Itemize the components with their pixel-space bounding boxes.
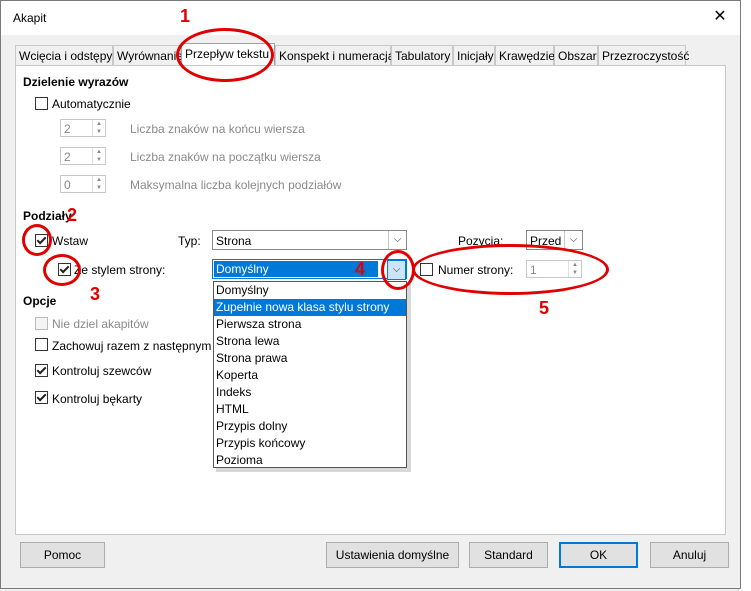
- annotation-number: 1: [180, 6, 191, 26]
- dropdown-option[interactable]: Indeks: [214, 384, 406, 401]
- with-page-style-label: Ze stylem strony:: [74, 263, 166, 277]
- hyphenation-heading: Dzielenie wyrazów: [23, 75, 129, 89]
- dropdown-option[interactable]: Domyślny: [214, 282, 406, 299]
- annotation-circle: [412, 244, 609, 295]
- dropdown-option[interactable]: Pierwsza strona: [214, 316, 406, 333]
- tab-indents-spacing[interactable]: Wcięcia i odstępy: [15, 45, 113, 65]
- chevron-down-icon[interactable]: ⌵: [388, 231, 406, 249]
- dropdown-option[interactable]: Pozioma: [214, 452, 406, 469]
- cancel-button[interactable]: Anuluj: [650, 542, 729, 568]
- dropdown-shadow: [407, 284, 411, 470]
- annotation-number: 4: [355, 259, 366, 279]
- options-heading: Opcje: [23, 294, 57, 308]
- dropdown-option[interactable]: HTML: [214, 401, 406, 418]
- chars-start-value: 2: [64, 150, 71, 164]
- annotation-number: 5: [539, 298, 550, 318]
- tab-area[interactable]: Obszar: [554, 45, 598, 65]
- dropdown-option[interactable]: Strona lewa: [214, 333, 406, 350]
- no-split-checkbox[interactable]: [35, 317, 48, 330]
- annotation-circle: [381, 250, 415, 290]
- breaks-heading: Podziały: [23, 209, 72, 223]
- max-hyphens-label: Maksymalna liczba kolejnych podziałów: [130, 178, 342, 192]
- dropdown-option[interactable]: Koperta: [214, 367, 406, 384]
- tab-outline-numbering[interactable]: Konspekt i numeracja: [275, 45, 394, 65]
- tab-borders[interactable]: Krawędzie: [495, 45, 555, 65]
- close-icon[interactable]: ✕: [710, 7, 730, 27]
- keep-next-label: Zachowuj razem z następnym a: [52, 339, 222, 353]
- tab-drop-caps[interactable]: Inicjały: [453, 45, 495, 65]
- chars-end-label: Liczba znaków na końcu wiersza: [130, 122, 305, 136]
- annotation-circle: [176, 28, 274, 82]
- chars-end-value: 2: [64, 122, 71, 136]
- max-hyphens-value: 0: [64, 178, 71, 192]
- annotation-circle: [22, 224, 52, 256]
- auto-hyphenation-label: Automatycznie: [52, 97, 131, 111]
- spin-arrows-icon: ▲ ▼: [92, 148, 105, 164]
- spin-arrows-icon: ▲ ▼: [92, 120, 105, 136]
- max-hyphens-spin[interactable]: 0 ▲ ▼: [60, 175, 106, 193]
- orphan-control-checkbox[interactable]: [35, 364, 48, 377]
- tab-transparency[interactable]: Przezroczystość: [598, 45, 689, 65]
- break-type-select[interactable]: Strona ⌵: [212, 230, 407, 250]
- widow-control-checkbox[interactable]: [35, 391, 48, 404]
- annotation-number: 2: [67, 205, 78, 225]
- insert-break-label: Wstaw: [52, 234, 88, 248]
- dropdown-option[interactable]: Zupełnie nowa klasa stylu strony: [214, 299, 406, 316]
- page-style-dropdown: Domyślny Zupełnie nowa klasa stylu stron…: [213, 281, 407, 468]
- auto-hyphenation-checkbox[interactable]: [35, 97, 48, 110]
- page-style-value: Domyślny: [214, 261, 378, 277]
- standard-button[interactable]: Standard: [469, 542, 548, 568]
- annotation-number: 3: [90, 284, 101, 304]
- dialog-title: Akapit: [13, 11, 47, 25]
- title-bar: Akapit ✕: [1, 1, 740, 35]
- help-button[interactable]: Pomoc: [20, 542, 105, 568]
- spin-arrows-icon: ▲ ▼: [92, 176, 105, 192]
- no-split-label: Nie dziel akapitów: [52, 317, 149, 331]
- page-style-select[interactable]: Domyślny ⌵: [212, 259, 407, 280]
- chars-start-spin[interactable]: 2 ▲ ▼: [60, 147, 106, 165]
- dropdown-option[interactable]: Przypis dolny: [214, 418, 406, 435]
- break-type-label: Typ:: [178, 234, 201, 248]
- ok-button[interactable]: OK: [559, 542, 638, 568]
- tab-alignment[interactable]: Wyrównanie: [113, 45, 183, 65]
- chars-start-label: Liczba znaków na początku wiersza: [130, 150, 321, 164]
- tab-tabs[interactable]: Tabulatory: [391, 45, 453, 65]
- chevron-down-icon[interactable]: ⌵: [564, 231, 582, 249]
- dropdown-option[interactable]: Strona prawa: [214, 350, 406, 367]
- annotation-circle: [43, 254, 81, 286]
- reset-button[interactable]: Ustawienia domyślne: [326, 542, 459, 568]
- orphan-control-label: Kontroluj szewców: [52, 364, 152, 378]
- dropdown-option[interactable]: Przypis końcowy: [214, 435, 406, 452]
- keep-next-checkbox[interactable]: [35, 338, 48, 351]
- chars-end-spin[interactable]: 2 ▲ ▼: [60, 119, 106, 137]
- break-type-value: Strona: [216, 234, 252, 248]
- widow-control-label: Kontroluj bękarty: [52, 392, 143, 406]
